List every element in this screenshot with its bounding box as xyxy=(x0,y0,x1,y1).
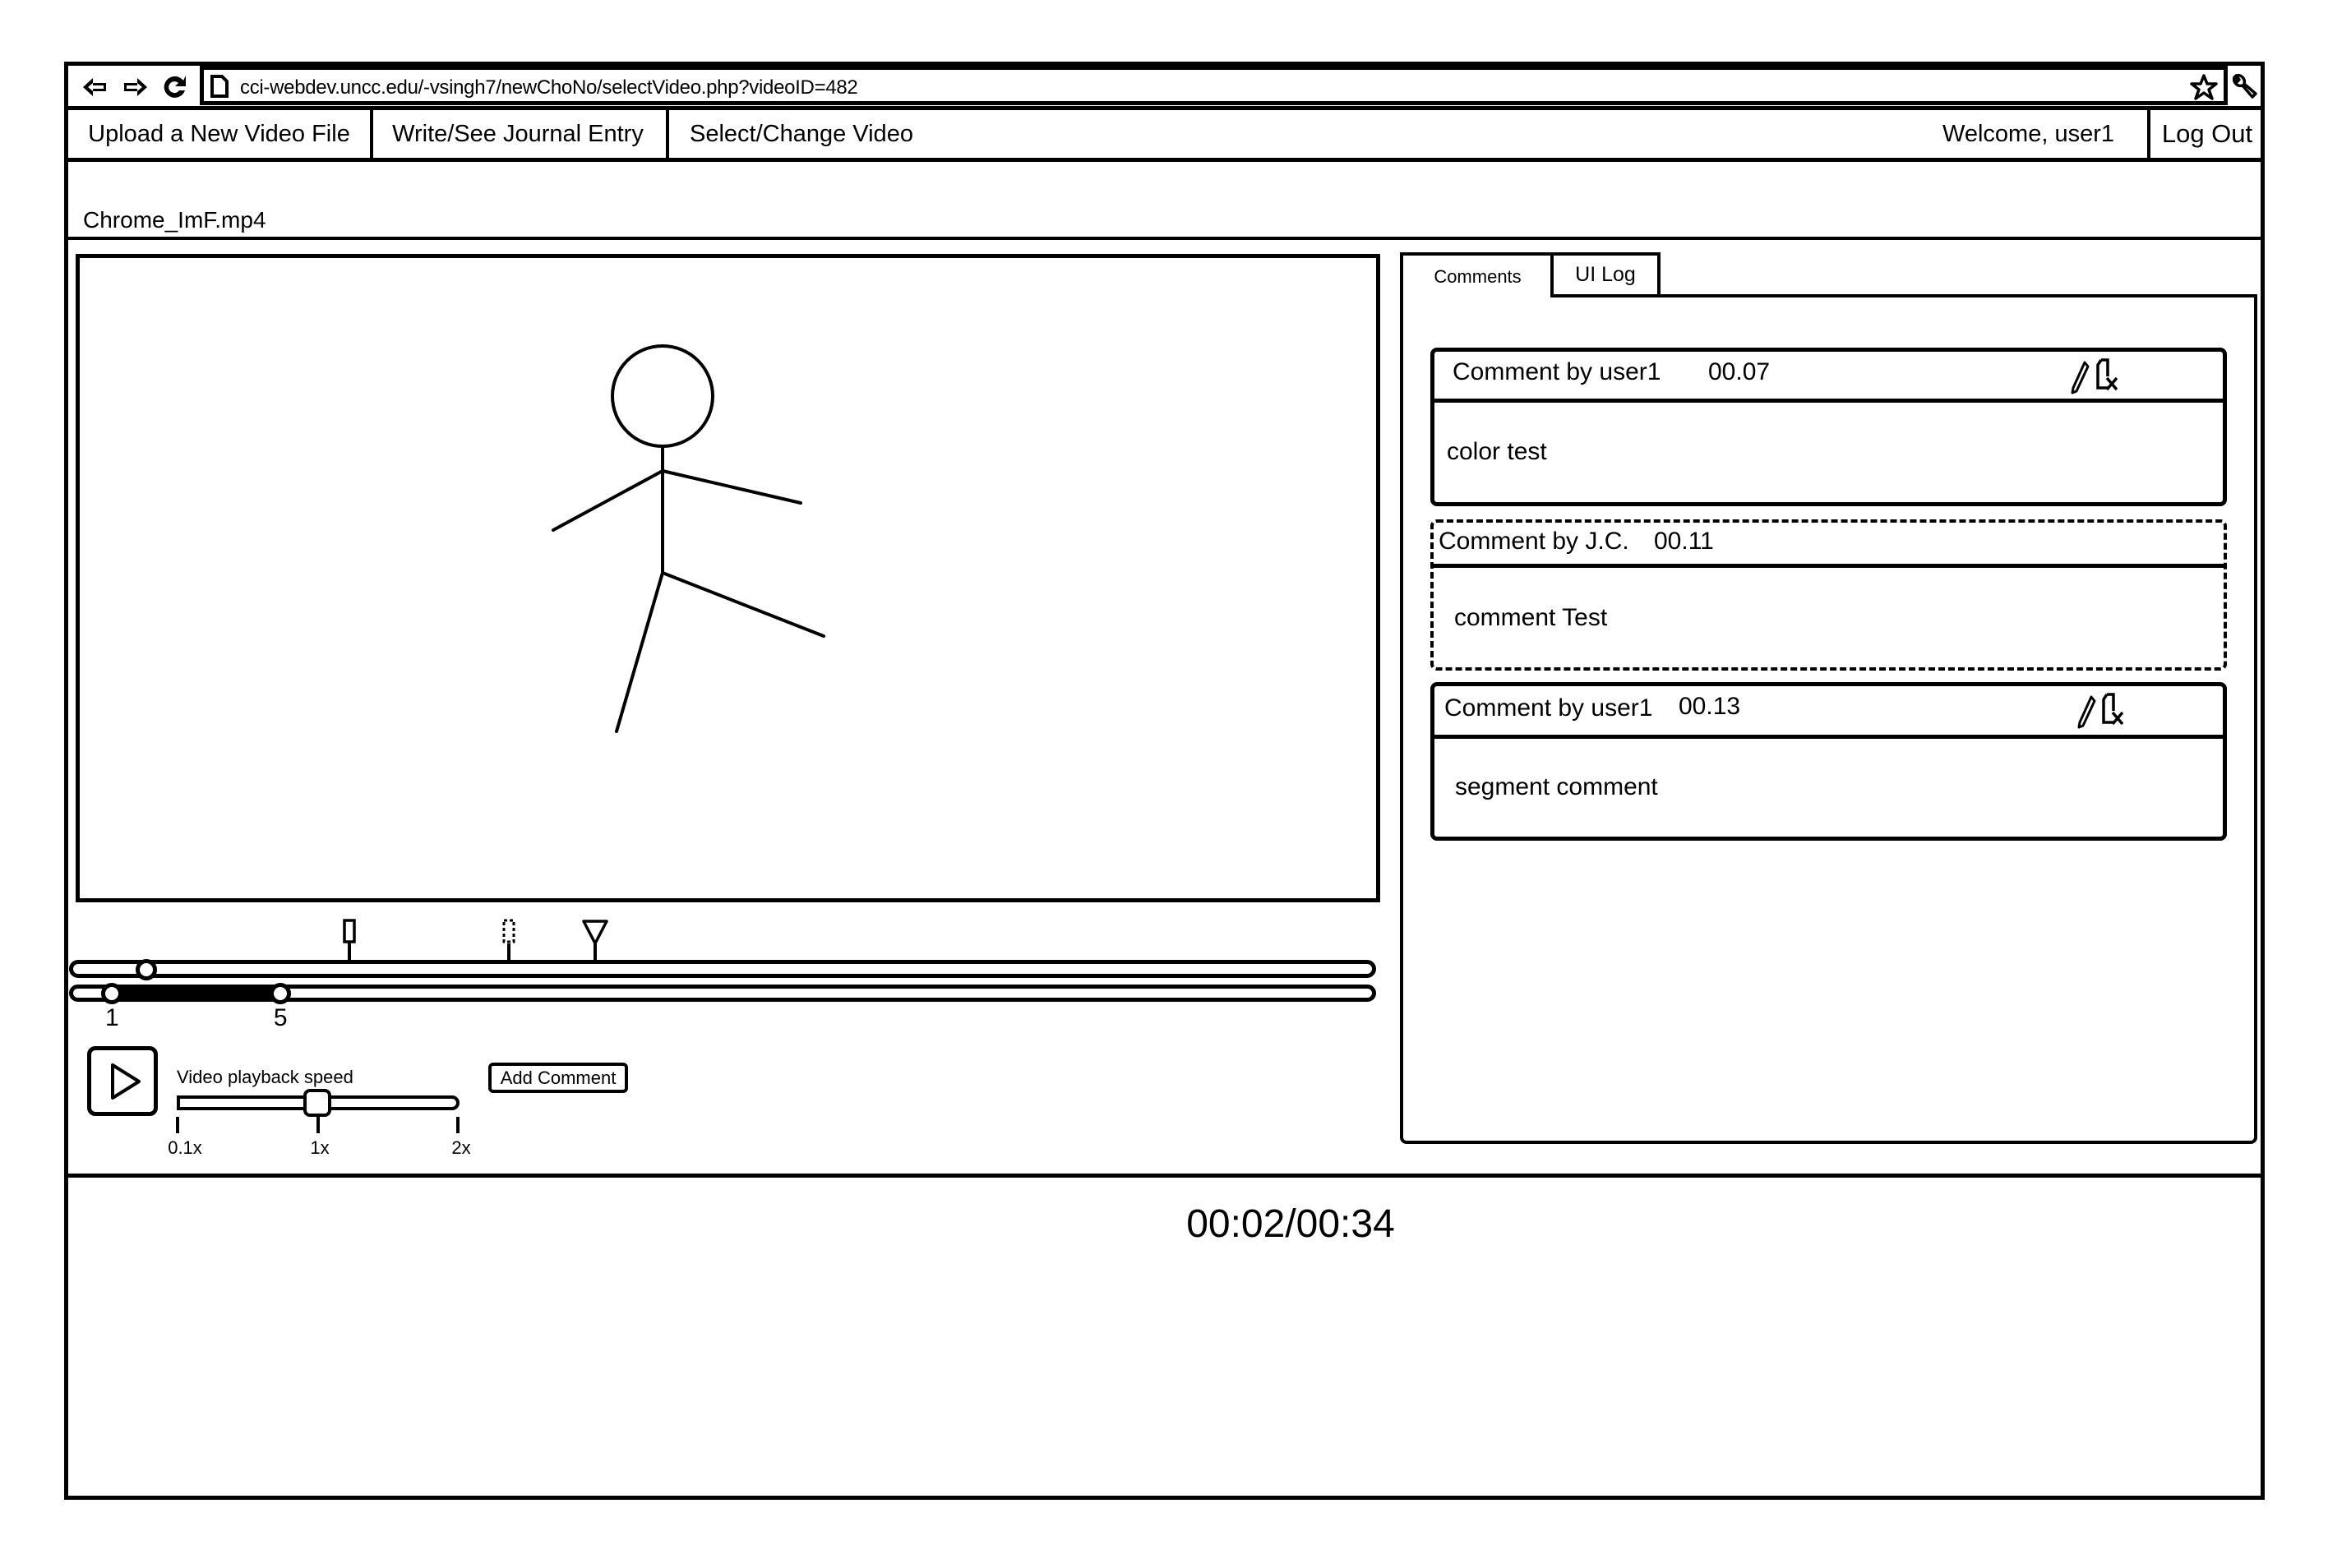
segment-end-label: 5 xyxy=(273,1004,288,1031)
edit-pencil-icon[interactable] xyxy=(2076,694,2096,729)
playback-scrubber[interactable] xyxy=(69,960,1376,978)
app-nav-bar: Upload a New Video File Write/See Journa… xyxy=(68,110,2261,162)
comment-card[interactable]: Comment by user1 00.13 segment comment xyxy=(1430,682,2227,841)
speed-tick xyxy=(316,1117,320,1133)
edit-pencil-icon[interactable] xyxy=(2070,360,2090,394)
comment-card[interactable]: Comment by user1 00.07 color test xyxy=(1430,348,2227,506)
tab-ui-log[interactable]: UI Log xyxy=(1550,252,1661,297)
journal-entry-button[interactable]: Write/See Journal Entry xyxy=(370,110,669,158)
url-text[interactable]: cci-webdev.uncc.edu/-vsingh7/newChoNo/se… xyxy=(240,76,858,99)
speed-tick-label: 2x xyxy=(451,1137,471,1158)
segment-start-label: 1 xyxy=(105,1004,119,1031)
select-video-button[interactable]: Select/Change Video xyxy=(690,110,913,158)
segment-range-fill xyxy=(112,988,281,998)
comment-author: Comment by user1 xyxy=(1453,358,1661,385)
playback-thumb[interactable] xyxy=(135,959,157,980)
comment-marker-icon[interactable] xyxy=(340,919,359,963)
reload-icon[interactable] xyxy=(160,74,190,100)
comment-timestamp[interactable]: 00.13 xyxy=(1679,693,1740,721)
speed-tick xyxy=(176,1117,179,1133)
comment-author: Comment by user1 xyxy=(1444,694,1653,722)
divider xyxy=(68,1174,2261,1178)
address-bar[interactable]: cci-webdev.uncc.edu/-vsingh7/newChoNo/se… xyxy=(200,66,2228,105)
play-button[interactable] xyxy=(87,1046,158,1116)
dashed-comment-marker-icon[interactable] xyxy=(499,919,519,963)
divider xyxy=(68,237,2261,240)
star-icon[interactable] xyxy=(2189,73,2219,103)
comment-header: Comment by J.C. 00.11 xyxy=(1434,523,2224,568)
delete-icon[interactable] xyxy=(2100,691,2125,726)
comment-header: Comment by user1 00.07 xyxy=(1434,352,2223,403)
video-filename: Chrome_ImF.mp4 xyxy=(83,207,266,233)
comment-body: comment Test xyxy=(1454,604,1608,631)
panel-top-border xyxy=(1657,294,2257,297)
speed-label: Video playback speed xyxy=(177,1067,353,1087)
play-icon xyxy=(111,1063,141,1100)
video-player[interactable] xyxy=(76,254,1380,902)
upload-video-button[interactable]: Upload a New Video File xyxy=(68,110,373,158)
delete-icon[interactable] xyxy=(2095,357,2119,391)
comment-author: Comment by J.C. xyxy=(1439,528,1629,555)
comment-card[interactable]: Comment by J.C. 00.11 comment Test xyxy=(1430,519,2227,671)
wrench-icon[interactable] xyxy=(2229,72,2259,102)
add-comment-button[interactable]: Add Comment xyxy=(488,1063,628,1093)
comment-timestamp[interactable]: 00.07 xyxy=(1708,358,1770,386)
speed-slider-thumb[interactable] xyxy=(303,1089,331,1117)
speed-tick xyxy=(456,1117,460,1133)
time-display: 00:02/00:34 xyxy=(1186,1202,1395,1246)
speed-tick-label: 1x xyxy=(310,1137,330,1158)
welcome-text: Welcome, user1 xyxy=(1942,120,2114,147)
logout-button[interactable]: Log Out xyxy=(2147,110,2264,158)
tab-comments[interactable]: Comments xyxy=(1400,252,1552,297)
comment-body: segment comment xyxy=(1455,773,1658,800)
comment-header: Comment by user1 00.13 xyxy=(1434,686,2223,739)
back-arrow-icon[interactable] xyxy=(80,74,109,100)
comment-body: color test xyxy=(1447,438,1547,465)
segment-marker-icon[interactable] xyxy=(581,919,609,963)
speed-tick-label: 0.1x xyxy=(168,1137,202,1158)
forward-arrow-icon[interactable] xyxy=(121,74,150,100)
comment-timestamp[interactable]: 00.11 xyxy=(1654,528,1714,556)
page-icon xyxy=(210,75,229,98)
